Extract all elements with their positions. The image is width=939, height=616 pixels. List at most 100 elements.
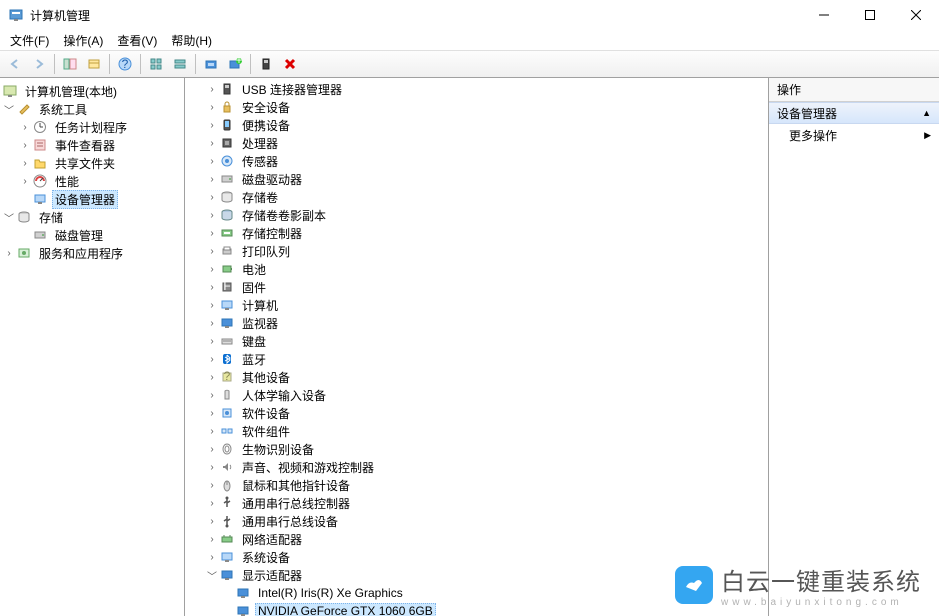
device-category-security[interactable]: ›安全设备 xyxy=(185,98,768,116)
device-category-other[interactable]: ›?其他设备 xyxy=(185,368,768,386)
device-category-computer[interactable]: ›计算机 xyxy=(185,296,768,314)
tree-task-scheduler[interactable]: › 任务计划程序 xyxy=(2,118,182,136)
tree-services-apps[interactable]: › 服务和应用程序 xyxy=(2,244,182,262)
chevron-right-icon[interactable]: › xyxy=(205,442,219,456)
chevron-right-icon[interactable]: › xyxy=(205,316,219,330)
chevron-right-icon[interactable]: › xyxy=(205,460,219,474)
show-hide-tree-button[interactable] xyxy=(59,53,81,75)
tree-device-manager[interactable]: › 设备管理器 xyxy=(2,190,182,208)
chevron-right-icon[interactable]: › xyxy=(205,262,219,276)
device-category-sensors[interactable]: ›传感器 xyxy=(185,152,768,170)
device-category-keyboard[interactable]: ›键盘 xyxy=(185,332,768,350)
chevron-right-icon[interactable]: › xyxy=(18,138,32,152)
device-category-system[interactable]: ›系统设备 xyxy=(185,548,768,566)
uninstall-button[interactable] xyxy=(279,53,301,75)
chevron-right-icon[interactable]: › xyxy=(205,406,219,420)
chevron-right-icon[interactable]: › xyxy=(205,208,219,222)
close-button[interactable] xyxy=(893,0,939,30)
chevron-right-icon[interactable]: › xyxy=(205,532,219,546)
minimize-button[interactable] xyxy=(801,0,847,30)
device-category-biometric[interactable]: ›生物识别设备 xyxy=(185,440,768,458)
chevron-right-icon[interactable]: › xyxy=(205,100,219,114)
chevron-right-icon[interactable]: › xyxy=(205,388,219,402)
chevron-right-icon[interactable]: › xyxy=(205,514,219,528)
help-button[interactable]: ? xyxy=(114,53,136,75)
chevron-right-icon[interactable]: › xyxy=(205,424,219,438)
chevron-right-icon[interactable]: › xyxy=(205,352,219,366)
device-category-usb[interactable]: ›USB 连接器管理器 xyxy=(185,80,768,98)
device-tree[interactable]: ›USB 连接器管理器›安全设备›便携设备›处理器›传感器›磁盘驱动器›存储卷›… xyxy=(185,78,769,616)
device-category-volumes[interactable]: ›存储卷 xyxy=(185,188,768,206)
device-category-disk_drives[interactable]: ›磁盘驱动器 xyxy=(185,170,768,188)
tree-performance[interactable]: › 性能 xyxy=(2,172,182,190)
chevron-down-icon[interactable]: ﹀ xyxy=(2,102,16,116)
add-legacy-button[interactable]: + xyxy=(224,53,246,75)
chevron-right-icon[interactable]: › xyxy=(205,154,219,168)
chevron-right-icon[interactable]: › xyxy=(18,174,32,188)
chevron-right-icon[interactable]: › xyxy=(205,280,219,294)
window-title: 计算机管理 xyxy=(30,7,801,24)
display-adapter-item[interactable]: ›NVIDIA GeForce GTX 1060 6GB xyxy=(185,602,768,616)
tree-system-tools[interactable]: ﹀ 系统工具 xyxy=(2,100,182,118)
back-button[interactable] xyxy=(4,53,26,75)
display-adapter-item[interactable]: ›Intel(R) Iris(R) Xe Graphics xyxy=(185,584,768,602)
menu-view[interactable]: 查看(V) xyxy=(111,30,163,51)
device-category-volume_shadow[interactable]: ›存储卷卷影副本 xyxy=(185,206,768,224)
menubar: 文件(F) 操作(A) 查看(V) 帮助(H) xyxy=(0,30,939,50)
device-category-sw_devices[interactable]: ›软件设备 xyxy=(185,404,768,422)
svg-text:?: ? xyxy=(122,57,129,71)
device-category-usb_dev[interactable]: ›通用串行总线设备 xyxy=(185,512,768,530)
chevron-right-icon[interactable]: › xyxy=(205,334,219,348)
chevron-right-icon[interactable]: › xyxy=(205,190,219,204)
device-category-audio_game[interactable]: ›声音、视频和游戏控制器 xyxy=(185,458,768,476)
chevron-right-icon[interactable]: › xyxy=(205,118,219,132)
chevron-right-icon[interactable]: › xyxy=(205,298,219,312)
chevron-right-icon[interactable]: › xyxy=(205,226,219,240)
chevron-right-icon[interactable]: › xyxy=(205,172,219,186)
device-view-button[interactable] xyxy=(145,53,167,75)
device-category-mouse[interactable]: ›鼠标和其他指针设备 xyxy=(185,476,768,494)
resource-view-button[interactable] xyxy=(169,53,191,75)
tree-shared-folders[interactable]: › 共享文件夹 xyxy=(2,154,182,172)
chevron-right-icon[interactable]: › xyxy=(205,496,219,510)
tree-disk-mgmt[interactable]: › 磁盘管理 xyxy=(2,226,182,244)
device-category-monitor[interactable]: ›监视器 xyxy=(185,314,768,332)
tree-event-viewer[interactable]: › 事件查看器 xyxy=(2,136,182,154)
chevron-right-icon[interactable]: › xyxy=(18,156,32,170)
chevron-right-icon[interactable]: › xyxy=(205,82,219,96)
chevron-right-icon[interactable]: › xyxy=(205,244,219,258)
device-category-network[interactable]: ›网络适配器 xyxy=(185,530,768,548)
chevron-right-icon[interactable]: › xyxy=(2,246,16,260)
device-category-sw_components[interactable]: ›软件组件 xyxy=(185,422,768,440)
device-category-cpu[interactable]: ›处理器 xyxy=(185,134,768,152)
device-category-display[interactable]: ﹀显示适配器 xyxy=(185,566,768,584)
chevron-right-icon[interactable]: › xyxy=(205,370,219,384)
usb-icon-button[interactable] xyxy=(255,53,277,75)
chevron-right-icon[interactable]: › xyxy=(205,478,219,492)
view-button[interactable] xyxy=(83,53,105,75)
chevron-right-icon[interactable]: › xyxy=(18,120,32,134)
menu-help[interactable]: 帮助(H) xyxy=(165,30,218,51)
menu-file[interactable]: 文件(F) xyxy=(4,30,55,51)
device-category-storage_ctrl[interactable]: ›存储控制器 xyxy=(185,224,768,242)
chevron-down-icon[interactable]: ﹀ xyxy=(205,568,219,582)
chevron-down-icon[interactable]: ﹀ xyxy=(2,210,16,224)
chevron-right-icon[interactable]: › xyxy=(205,550,219,564)
device-category-portable[interactable]: ›便携设备 xyxy=(185,116,768,134)
device-category-print_queue[interactable]: ›打印队列 xyxy=(185,242,768,260)
maximize-button[interactable] xyxy=(847,0,893,30)
menu-action[interactable]: 操作(A) xyxy=(57,30,109,51)
device-category-hid[interactable]: ›人体学输入设备 xyxy=(185,386,768,404)
forward-button[interactable] xyxy=(28,53,50,75)
chevron-right-icon[interactable]: › xyxy=(205,136,219,150)
device-category-battery[interactable]: ›电池 xyxy=(185,260,768,278)
tree-root[interactable]: 计算机管理(本地) xyxy=(2,82,182,100)
scan-hardware-button[interactable] xyxy=(200,53,222,75)
navigation-tree[interactable]: 计算机管理(本地) ﹀ 系统工具 › 任务计划程序 › 事件查看器 › 共享文件… xyxy=(0,78,185,616)
device-category-firmware[interactable]: ›F固件 xyxy=(185,278,768,296)
device-category-usb_ctrl[interactable]: ›通用串行总线控制器 xyxy=(185,494,768,512)
more-actions[interactable]: 更多操作 ▶ xyxy=(769,124,939,146)
tree-storage[interactable]: ﹀ 存储 xyxy=(2,208,182,226)
actions-section[interactable]: 设备管理器 ▲ xyxy=(769,102,939,124)
device-category-bluetooth[interactable]: ›蓝牙 xyxy=(185,350,768,368)
